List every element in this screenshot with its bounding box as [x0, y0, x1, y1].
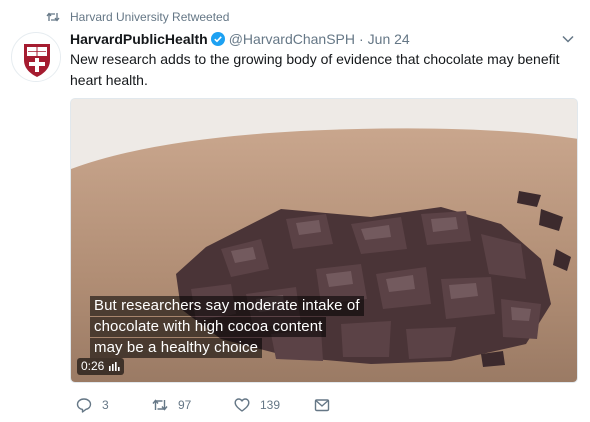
retweet-icon — [152, 397, 168, 413]
separator: · — [358, 31, 364, 47]
author-name[interactable]: HarvardPublicHealth — [70, 31, 208, 47]
chevron-down-icon[interactable] — [562, 34, 574, 44]
subtitle-line: chocolate with high cocoa content — [90, 317, 327, 337]
retweet-context: Harvard University Retweeted — [46, 9, 229, 25]
tweet-actions: 3 97 139 — [76, 396, 366, 414]
like-count: 139 — [260, 398, 281, 412]
video-duration-badge: 0:26 — [77, 358, 125, 375]
tweet-card[interactable]: Harvard University Retweeted HarvardPubl… — [0, 0, 590, 422]
author-handle[interactable]: @HarvardChanSPH — [229, 31, 355, 47]
envelope-icon — [314, 397, 330, 413]
video-player[interactable]: But researchers say moderate intake of c… — [70, 98, 578, 383]
retweet-count: 97 — [178, 398, 192, 412]
retweet-button[interactable]: 97 — [152, 396, 191, 414]
harvard-shield-logo — [13, 34, 60, 81]
video-duration: 0:26 — [81, 359, 105, 373]
reply-icon — [76, 397, 92, 413]
reply-count: 3 — [102, 398, 109, 412]
video-subtitle: But researchers say moderate intake of c… — [90, 296, 364, 359]
verified-badge-icon — [210, 32, 225, 46]
retweet-context-text[interactable]: Harvard University Retweeted — [70, 10, 229, 24]
heart-icon — [234, 397, 250, 413]
tweet-date[interactable]: Jun 24 — [368, 31, 410, 47]
subtitle-line: may be a healthy choice — [90, 338, 263, 358]
subtitle-line: But researchers say moderate intake of — [90, 296, 364, 316]
retweet-icon — [46, 11, 60, 23]
tweet-text: New research adds to the growing body of… — [70, 51, 560, 88]
avatar[interactable] — [11, 32, 61, 82]
tweet-header: HarvardPublicHealth @HarvardChanSPH · Ju… — [70, 30, 410, 48]
direct-message-button[interactable] — [314, 396, 330, 414]
volume-bars-icon — [108, 362, 120, 371]
like-button[interactable]: 139 — [234, 396, 280, 414]
reply-button[interactable]: 3 — [76, 396, 109, 414]
